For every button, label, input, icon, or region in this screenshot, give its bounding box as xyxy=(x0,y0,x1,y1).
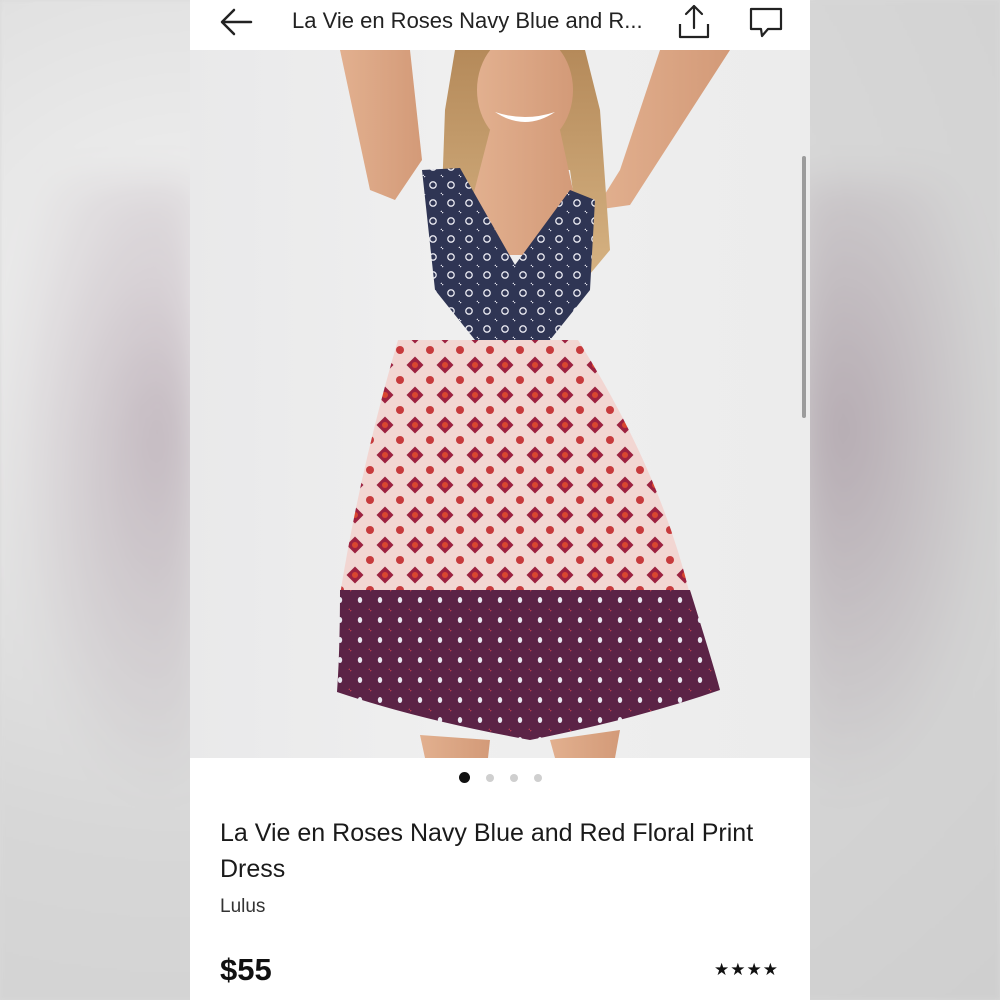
back-button[interactable] xyxy=(216,4,256,40)
page-title: La Vie en Roses Navy Blue and R... xyxy=(292,8,643,33)
top-nav-bar: La Vie en Roses Navy Blue and R... xyxy=(190,0,810,50)
scrollbar[interactable] xyxy=(802,156,806,418)
carousel-dot-2[interactable] xyxy=(485,774,494,782)
carousel-dot-3[interactable] xyxy=(509,774,518,782)
dress-photo-illustration xyxy=(337,50,730,758)
share-icon xyxy=(678,4,710,39)
carousel-dot-4[interactable] xyxy=(533,774,542,782)
blurred-left-edge xyxy=(0,180,200,800)
comment-button[interactable] xyxy=(746,2,786,42)
carousel-dot-1[interactable] xyxy=(458,772,470,783)
price: $55 xyxy=(220,952,272,987)
product-image[interactable] xyxy=(190,50,810,758)
product-title: La Vie en Roses Navy Blue and Red Floral… xyxy=(220,819,754,883)
comment-icon xyxy=(749,7,783,38)
carousel-dots xyxy=(190,770,810,786)
product-screen: La Vie en Roses Navy Blue and R... La Vi… xyxy=(190,0,810,1000)
brand-link[interactable]: Lulus xyxy=(220,896,265,918)
back-arrow-icon xyxy=(220,8,253,36)
blurred-right-edge xyxy=(800,180,1000,800)
rating-stars: ★★★★ xyxy=(714,960,779,979)
share-button[interactable] xyxy=(674,0,714,42)
